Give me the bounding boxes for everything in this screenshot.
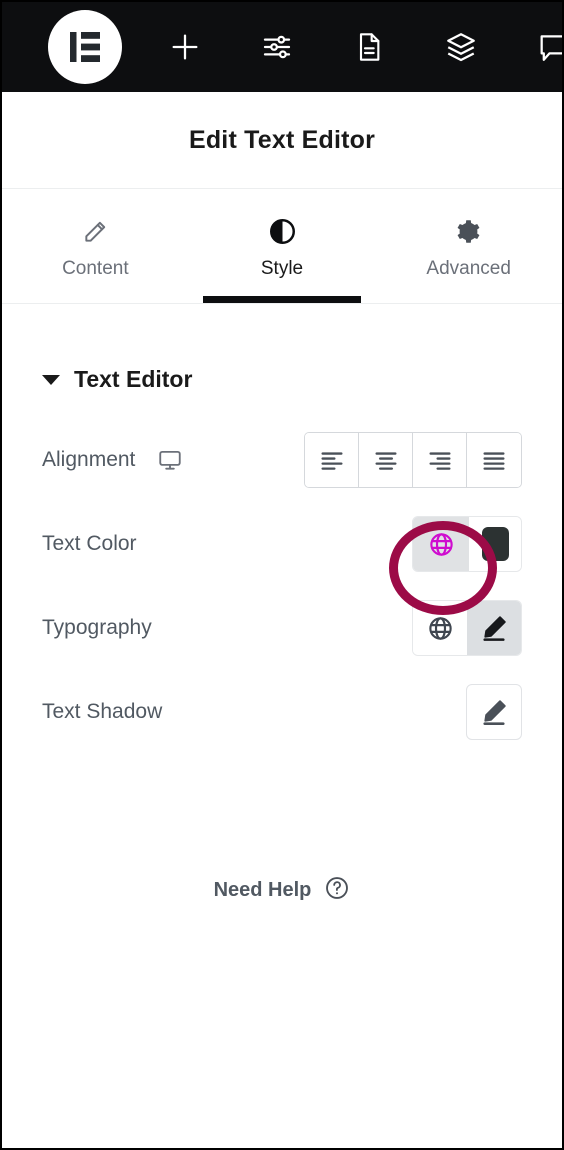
text-color-label: Text Color bbox=[42, 532, 137, 555]
control-alignment: Alignment bbox=[42, 429, 522, 491]
tab-style[interactable]: Style bbox=[189, 189, 376, 303]
tab-content[interactable]: Content bbox=[2, 189, 189, 303]
feedback-button[interactable] bbox=[522, 16, 562, 78]
align-center-icon bbox=[375, 452, 396, 470]
tab-style-label: Style bbox=[260, 257, 304, 279]
tab-advanced-label: Advanced bbox=[426, 257, 511, 279]
control-typography: Typography bbox=[42, 597, 522, 659]
settings-button[interactable] bbox=[246, 16, 308, 78]
align-right-icon bbox=[429, 452, 450, 470]
control-text-color: Text Color bbox=[42, 513, 522, 575]
section-title: Text Editor bbox=[74, 366, 193, 392]
plus-icon bbox=[172, 34, 198, 60]
document-icon bbox=[359, 33, 380, 61]
color-swatch bbox=[481, 527, 509, 561]
tab-content-label: Content bbox=[62, 257, 129, 279]
text-color-swatch-button[interactable] bbox=[469, 517, 521, 571]
caret-down-icon bbox=[42, 374, 60, 385]
typography-globe-button[interactable] bbox=[413, 601, 467, 655]
question-circle-icon[interactable] bbox=[324, 875, 350, 906]
section-text-editor-header[interactable]: Text Editor bbox=[2, 304, 562, 393]
layers-icon bbox=[447, 33, 475, 62]
align-justify-icon bbox=[483, 452, 505, 470]
text-shadow-label: Text Shadow bbox=[42, 700, 163, 723]
need-help-label: Need Help bbox=[213, 879, 312, 901]
align-justify-button[interactable] bbox=[467, 433, 521, 487]
text-shadow-edit-button[interactable] bbox=[466, 684, 522, 740]
alignment-button-group bbox=[304, 432, 522, 488]
align-left-button[interactable] bbox=[305, 433, 359, 487]
elementor-editor-panel: Edit Text Editor Content Style Advanced … bbox=[0, 0, 564, 1150]
text-color-control bbox=[412, 516, 522, 572]
tab-advanced[interactable]: Advanced bbox=[375, 189, 562, 303]
typography-edit-button[interactable] bbox=[467, 601, 521, 655]
page-settings-button[interactable] bbox=[338, 16, 400, 78]
elementor-logo-icon bbox=[70, 32, 100, 62]
text-shadow-control bbox=[466, 684, 522, 740]
pencil-icon bbox=[483, 616, 506, 641]
desktop-icon[interactable] bbox=[157, 447, 183, 473]
pencil-icon bbox=[483, 700, 506, 725]
page-title: Edit Text Editor bbox=[188, 125, 376, 154]
panel-header: Edit Text Editor bbox=[2, 92, 562, 189]
globe-icon bbox=[428, 616, 452, 640]
contrast-icon bbox=[269, 219, 296, 245]
need-help[interactable]: Need Help bbox=[2, 875, 562, 906]
control-text-shadow: Text Shadow bbox=[42, 681, 522, 743]
elementor-logo-button[interactable] bbox=[48, 10, 122, 84]
controls-list: Alignment Text Color Typography Text Sha… bbox=[2, 429, 562, 743]
typography-button-group bbox=[412, 600, 522, 656]
align-center-button[interactable] bbox=[359, 433, 413, 487]
chat-icon bbox=[540, 35, 562, 61]
alignment-control bbox=[304, 432, 522, 488]
typography-control bbox=[412, 600, 522, 656]
align-left-icon bbox=[321, 452, 342, 470]
globe-icon bbox=[429, 532, 453, 556]
sliders-icon bbox=[263, 35, 291, 59]
typography-label: Typography bbox=[42, 616, 152, 639]
align-right-button[interactable] bbox=[413, 433, 467, 487]
alignment-label: Alignment bbox=[42, 448, 136, 471]
pencil-icon bbox=[82, 219, 108, 245]
text-color-globe-button[interactable] bbox=[413, 517, 469, 571]
navigator-button[interactable] bbox=[430, 16, 492, 78]
text-color-button-group bbox=[412, 516, 522, 572]
top-toolbar bbox=[2, 2, 562, 92]
gear-icon bbox=[455, 219, 482, 245]
panel-tabs: Content Style Advanced bbox=[2, 189, 562, 304]
add-element-button[interactable] bbox=[154, 16, 216, 78]
